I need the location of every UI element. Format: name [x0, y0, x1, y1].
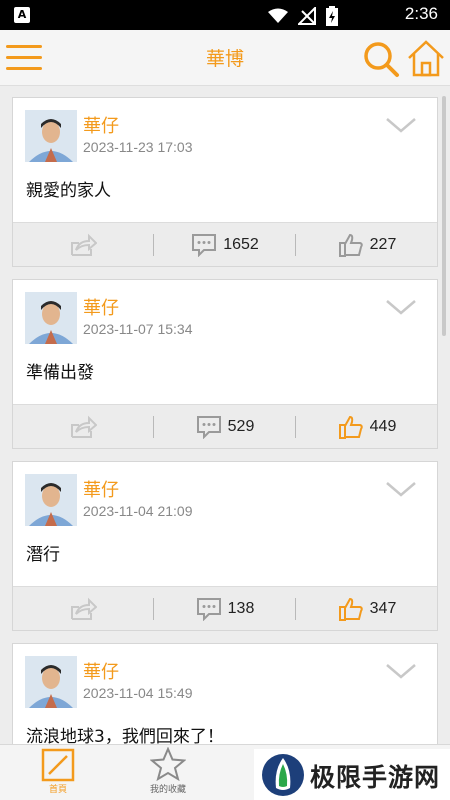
- post-content: 流浪地球3，我們回來了！: [26, 727, 224, 744]
- home-icon[interactable]: [406, 38, 446, 78]
- post-card[interactable]: 華仔 2023-11-04 15:49 流浪地球3，我們回來了！: [12, 643, 438, 744]
- comment-button[interactable]: 529: [155, 405, 295, 449]
- post-time: 2023-11-04 15:49: [83, 685, 193, 701]
- scrollbar[interactable]: [442, 96, 446, 336]
- nav-home[interactable]: 首頁: [8, 745, 108, 800]
- watermark-logo-icon: [262, 754, 304, 796]
- post-feed[interactable]: 華仔 2023-11-23 17:03 親愛的家人 1652 227 華仔 20…: [0, 86, 450, 744]
- comment-icon: [196, 598, 221, 621]
- chevron-down-icon[interactable]: [385, 298, 417, 316]
- post-content: 準備出發: [26, 363, 94, 383]
- share-button[interactable]: [13, 405, 153, 449]
- comment-icon: [196, 416, 221, 439]
- post-card[interactable]: 華仔 2023-11-07 15:34 準備出發 529 449: [12, 279, 438, 449]
- app-header: 華博: [0, 30, 450, 86]
- like-count: 347: [369, 600, 397, 617]
- like-button[interactable]: 347: [297, 587, 437, 631]
- comment-button[interactable]: 138: [155, 587, 295, 631]
- share-button[interactable]: [13, 223, 153, 267]
- nav-favorites[interactable]: 我的收藏: [118, 745, 218, 800]
- post-content: 親愛的家人: [26, 181, 111, 201]
- share-button[interactable]: [13, 587, 153, 631]
- battery-icon: [326, 6, 338, 26]
- post-author[interactable]: 華仔: [83, 476, 119, 502]
- like-button[interactable]: 227: [297, 223, 437, 267]
- wifi-icon: [268, 8, 288, 23]
- post-actions: 529 449: [13, 404, 437, 448]
- thumbs-up-icon: [338, 233, 363, 257]
- bottom-nav: 首頁 我的收藏 极限手游网: [0, 744, 450, 800]
- like-count: 449: [369, 418, 397, 435]
- edit-icon: [41, 748, 75, 782]
- post-time: 2023-11-04 21:09: [83, 503, 193, 519]
- nav-favorites-label: 我的收藏: [149, 785, 186, 795]
- post-actions: 1652 227: [13, 222, 437, 266]
- comment-count: 529: [227, 418, 255, 435]
- post-time: 2023-11-23 17:03: [83, 139, 193, 155]
- search-icon[interactable]: [362, 40, 400, 78]
- avatar[interactable]: [25, 656, 77, 708]
- post-card[interactable]: 華仔 2023-11-23 17:03 親愛的家人 1652 227: [12, 97, 438, 267]
- status-time: 2:36: [404, 4, 438, 23]
- avatar[interactable]: [25, 292, 77, 344]
- watermark-text: 极限手游网: [310, 763, 441, 792]
- chevron-down-icon[interactable]: [385, 116, 417, 134]
- post-author[interactable]: 華仔: [83, 112, 119, 138]
- comment-count: 1652: [223, 236, 259, 253]
- status-bar: A 2:36: [0, 0, 450, 30]
- post-card[interactable]: 華仔 2023-11-04 21:09 潛行 138 347: [12, 461, 438, 631]
- share-icon: [71, 597, 97, 620]
- comment-icon: [192, 234, 217, 257]
- nav-home-label: 首頁: [48, 785, 67, 795]
- share-icon: [71, 415, 97, 438]
- like-count: 227: [369, 236, 397, 253]
- post-actions: 138 347: [13, 586, 437, 630]
- post-author[interactable]: 華仔: [83, 658, 119, 684]
- avatar[interactable]: [25, 110, 77, 162]
- thumbs-up-icon: [338, 415, 363, 439]
- chevron-down-icon[interactable]: [385, 662, 417, 680]
- star-icon: [150, 747, 186, 781]
- post-author[interactable]: 華仔: [83, 294, 119, 320]
- comment-button[interactable]: 1652: [155, 223, 295, 267]
- status-icons: [268, 6, 338, 26]
- share-icon: [71, 233, 97, 256]
- like-button[interactable]: 449: [297, 405, 437, 449]
- chevron-down-icon[interactable]: [385, 480, 417, 498]
- app-notification-icon: A: [14, 7, 30, 23]
- thumbs-up-icon: [338, 597, 363, 621]
- post-time: 2023-11-07 15:34: [83, 321, 193, 337]
- watermark: 极限手游网: [254, 749, 450, 800]
- avatar[interactable]: [25, 474, 77, 526]
- comment-count: 138: [227, 600, 255, 617]
- signal-icon: [298, 7, 316, 25]
- post-content: 潛行: [26, 545, 60, 565]
